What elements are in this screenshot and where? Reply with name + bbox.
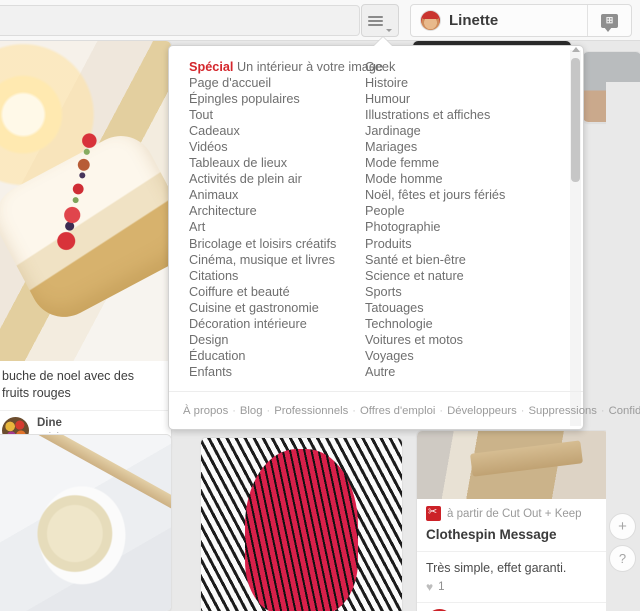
messages-button[interactable]: ⊞ — [587, 5, 631, 36]
footer-link-0[interactable]: À propos — [183, 405, 228, 417]
menu-item-r19[interactable]: Autre — [365, 364, 565, 380]
pin-description: Très simple, effet garanti. — [417, 551, 609, 578]
footer-separator: · — [439, 405, 444, 417]
chevron-down-icon — [386, 29, 392, 32]
heart-icon[interactable]: ♥ — [426, 580, 433, 594]
menu-item-9[interactable]: Architecture — [189, 203, 365, 219]
menu-item-16[interactable]: Décoration intérieure — [189, 316, 365, 332]
pin-author-row[interactable]: Lisiane Brémond — [417, 602, 609, 611]
menu-item-0[interactable]: Spécial Un intérieur à votre image — [189, 59, 383, 75]
menu-item-10[interactable]: Art — [189, 219, 365, 235]
menu-item-r8[interactable]: Noël, fêtes et jours fériés — [365, 187, 565, 203]
menu-item-7[interactable]: Activités de plein air — [189, 171, 365, 187]
menu-footer-links: À propos · Blog · Professionnels · Offres d'em… — [169, 391, 640, 429]
footer-link-4[interactable]: Développeurs — [447, 405, 517, 417]
menu-item-12[interactable]: Cinéma, musique et livres — [189, 252, 365, 268]
pin-card-rice[interactable] — [0, 434, 172, 611]
footer-link-5[interactable]: Suppressions — [528, 405, 596, 417]
menu-item-r3[interactable]: Illustrations et affiches — [365, 107, 565, 123]
pin-title: buche de noel avec des fruits rouges — [2, 369, 135, 400]
user-name-label: Linette — [449, 12, 499, 29]
menu-item-11[interactable]: Bricolage et loisirs créatifs — [189, 236, 365, 252]
footer-link-1[interactable]: Blog — [240, 405, 263, 417]
pin-source-text: à partir de Cut Out + Keep — [447, 507, 582, 520]
pin-image-art[interactable] — [201, 438, 402, 611]
menu-item-r4[interactable]: Jardinage — [365, 123, 565, 139]
pin-image-cake[interactable] — [0, 41, 171, 361]
menu-item-2[interactable]: Épingles populaires — [189, 91, 365, 107]
menu-item-19[interactable]: Enfants — [189, 364, 365, 380]
menu-item-r18[interactable]: Voyages — [365, 348, 565, 364]
scrollbar-thumb[interactable] — [571, 58, 580, 182]
menu-item-r6[interactable]: Mode femme — [365, 155, 565, 171]
scissors-icon — [426, 505, 441, 521]
menu-item-r15[interactable]: Tatouages — [365, 300, 565, 316]
user-menu-button[interactable]: Linette ⊞ — [410, 4, 632, 37]
menu-item-r2[interactable]: Humour — [365, 91, 565, 107]
menu-item-r12[interactable]: Santé et bien-être — [365, 252, 565, 268]
menu-item-r10[interactable]: Photographie — [365, 219, 565, 235]
menu-item-1[interactable]: Page d'accueil — [189, 75, 365, 91]
menu-item-r5[interactable]: Mariages — [365, 139, 565, 155]
add-pin-button[interactable]: + — [609, 513, 636, 540]
menu-item-8[interactable]: Animaux — [189, 187, 365, 203]
menu-item-14[interactable]: Coiffure et beauté — [189, 284, 365, 300]
footer-link-6[interactable]: Confidentialité et conditions — [609, 405, 640, 417]
footer-link-2[interactable]: Professionnels — [274, 405, 348, 417]
categories-dropdown[interactable]: Spécial Un intérieur à votre image Page d… — [168, 45, 640, 430]
pin-card-clothespin[interactable]: à partir de Cut Out + Keep Clothespin Me… — [416, 430, 610, 611]
menu-scrollbar[interactable] — [570, 47, 581, 426]
menu-item-4[interactable]: Cadeaux — [189, 123, 365, 139]
scroll-up-arrow-icon[interactable] — [572, 47, 580, 52]
menu-item-r9[interactable]: People — [365, 203, 565, 219]
menu-item-15[interactable]: Cuisine et gastronomie — [189, 300, 365, 316]
pin-source-row[interactable]: à partir de Cut Out + Keep — [417, 499, 609, 523]
categories-menu-button[interactable] — [361, 4, 399, 37]
footer-separator: · — [352, 405, 356, 417]
footer-separator: · — [266, 405, 271, 417]
menu-item-6[interactable]: Tableaux de lieux — [189, 155, 365, 171]
menu-item-18[interactable]: Éducation — [189, 348, 365, 364]
menu-item-r1[interactable]: Histoire — [365, 75, 565, 91]
menu-item-r16[interactable]: Technologie — [365, 316, 565, 332]
pin-card-art[interactable] — [200, 437, 403, 611]
menu-item-special-tag: Spécial — [189, 60, 234, 74]
top-header: Linette ⊞ — [0, 0, 640, 41]
menu-item-17[interactable]: Design — [189, 332, 365, 348]
pin-card-cake[interactable]: buche de noel avec des fruits rouges Din… — [0, 41, 172, 451]
pin-like-row[interactable]: ♥ 1 — [417, 578, 609, 602]
help-button[interactable]: ? — [609, 545, 636, 572]
menu-item-r17[interactable]: Voitures et motos — [365, 332, 565, 348]
menu-item-r7[interactable]: Mode homme — [365, 171, 565, 187]
like-count: 1 — [438, 581, 445, 593]
categories-columns: Spécial Un intérieur à votre image Page d… — [169, 46, 583, 386]
footer-separator: · — [600, 405, 605, 417]
menu-item-r0[interactable]: Geek — [365, 59, 565, 75]
menu-item-r11[interactable]: Produits — [365, 236, 565, 252]
pin-image-clothespin[interactable] — [417, 431, 609, 499]
menu-item-5[interactable]: Vidéos — [189, 139, 365, 155]
categories-column-right: Geek Histoire Humour Illustrations et affic… — [365, 59, 565, 386]
message-icon: ⊞ — [601, 13, 618, 32]
menu-item-r14[interactable]: Sports — [365, 284, 565, 300]
pin-author-name: Dine — [37, 416, 62, 429]
pin-heading: Clothespin Message — [426, 527, 557, 542]
menu-item-r13[interactable]: Science et nature — [365, 268, 565, 284]
menu-item-3[interactable]: Tout — [189, 107, 365, 123]
hamburger-icon — [368, 14, 383, 28]
categories-column-left: Spécial Un intérieur à votre image Page d… — [169, 59, 383, 386]
menu-pointer-arrow — [374, 37, 392, 46]
avatar — [420, 10, 441, 31]
footer-separator: · — [232, 405, 236, 417]
menu-item-13[interactable]: Citations — [189, 268, 365, 284]
footer-link-3[interactable]: Offres d'emploi — [360, 405, 435, 417]
header-search-area[interactable] — [0, 5, 360, 36]
pin-image-rice[interactable] — [0, 435, 171, 611]
footer-separator: · — [520, 405, 525, 417]
